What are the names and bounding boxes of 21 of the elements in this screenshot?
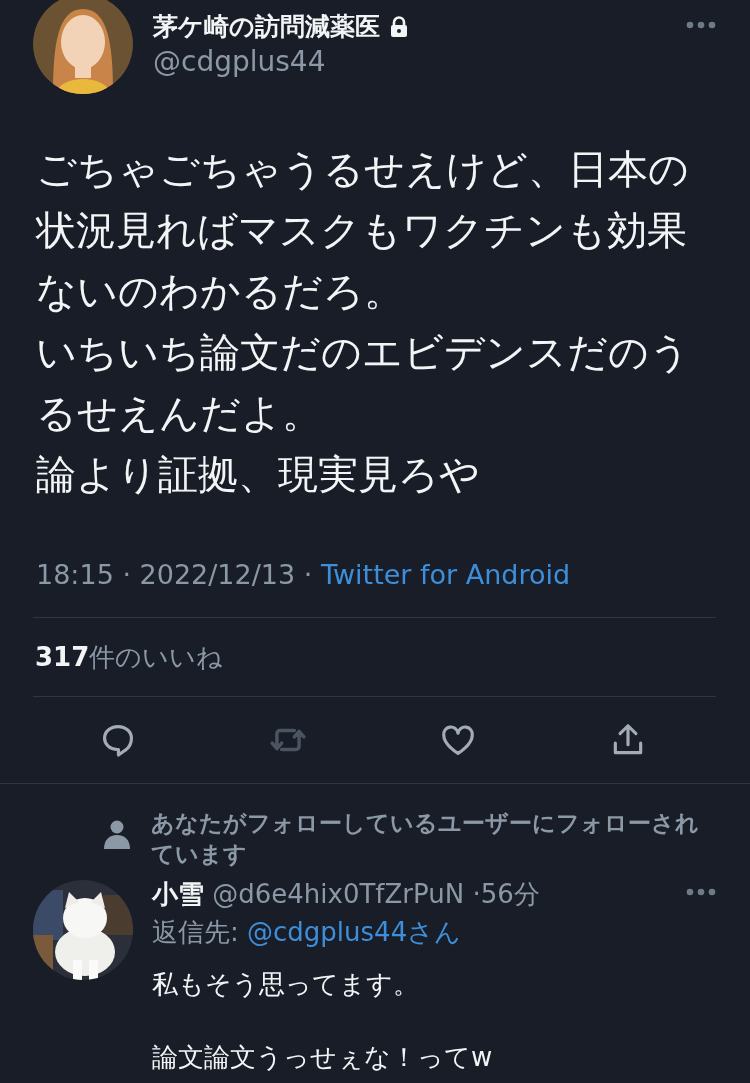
- tweet-text: 論より証拠、現実見ろや: [36, 450, 481, 499]
- user-handle[interactable]: @cdgplus44: [153, 44, 408, 80]
- user-handle[interactable]: @d6e4hix0TfZrPuN: [212, 879, 465, 909]
- reply-to-label: 返信先:: [152, 917, 239, 947]
- display-name[interactable]: 茅ケ崎の訪問減薬医: [153, 10, 380, 44]
- tweet-text: ごちゃごちゃうるせえけど、日本の状況見ればマスクもワクチンも効果ないのわかるだろ。: [36, 145, 690, 316]
- more-icon[interactable]: [686, 21, 716, 29]
- more-icon[interactable]: [686, 888, 716, 896]
- person-icon: [103, 820, 131, 850]
- separator: ·: [472, 879, 481, 909]
- like-count[interactable]: 317: [35, 642, 90, 672]
- mention-link[interactable]: @cdgplus44さん: [247, 917, 462, 947]
- timestamp: 18:15 · 2022/12/13 ·: [36, 559, 313, 590]
- reply-time: 56分: [480, 879, 540, 909]
- like-label[interactable]: 件のいいね: [89, 639, 224, 675]
- source-link[interactable]: Twitter for Android: [320, 559, 571, 590]
- display-name[interactable]: 小雪: [152, 879, 204, 909]
- social-context: あなたがフォローしているユーザーにフォローされています: [151, 809, 700, 869]
- reply-text: 私もそう思ってます。: [152, 968, 420, 1001]
- tweet-text: いちいち論文だのエビデンスだのうるせえんだよ。: [36, 328, 691, 438]
- reply-text: 論文論文うっせぇな！ってw: [152, 1041, 494, 1074]
